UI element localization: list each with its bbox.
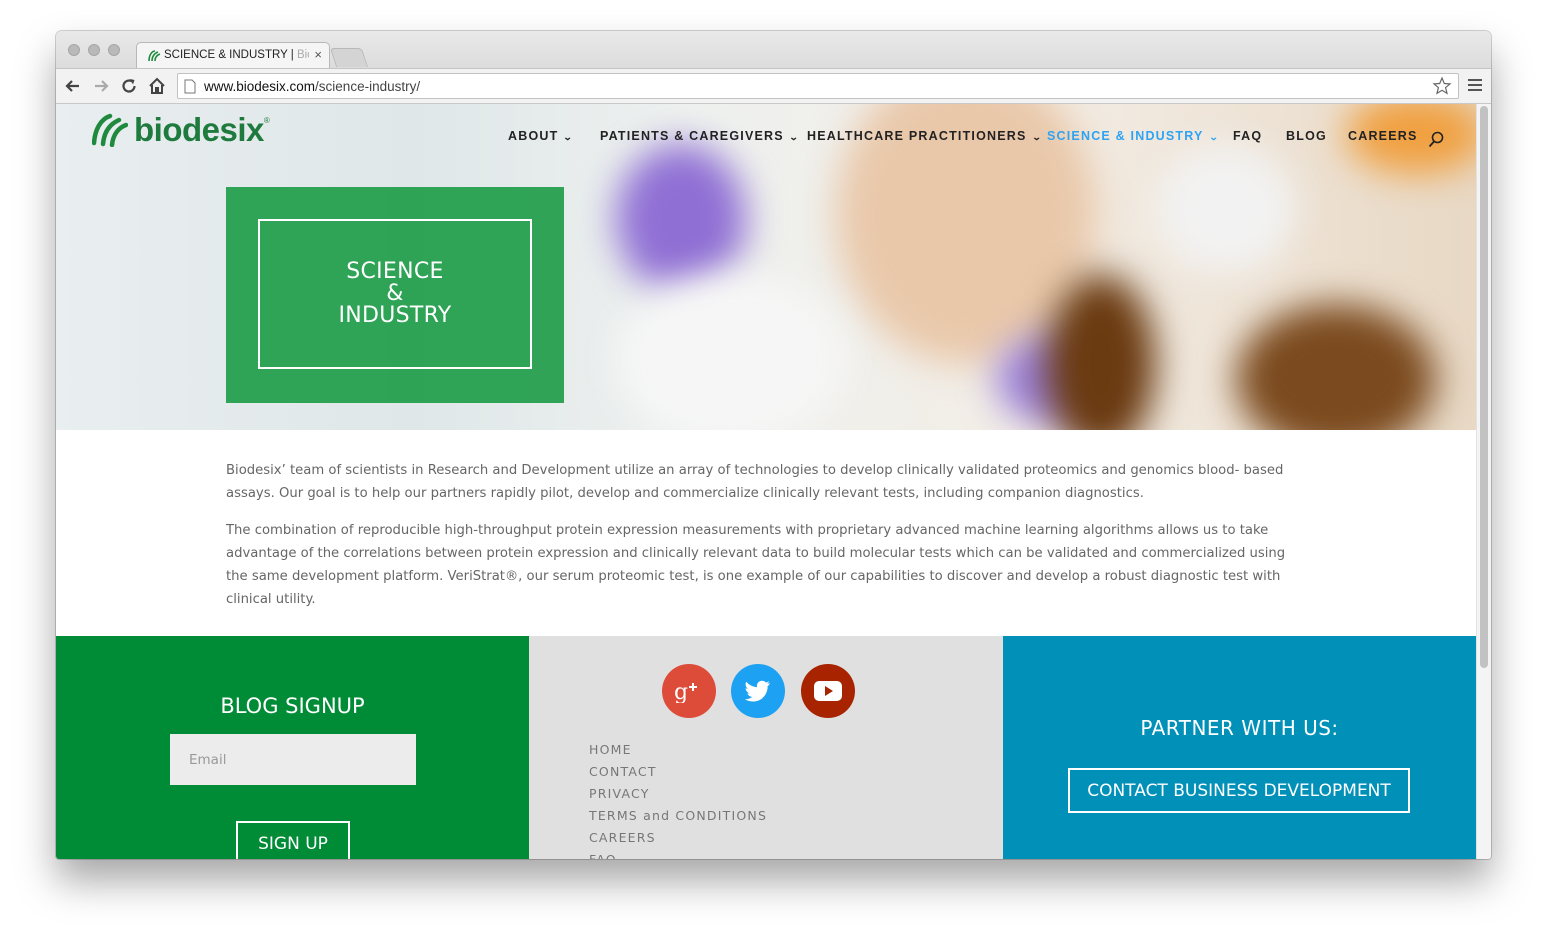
page-viewport: biodesix ® ABOUT ⌄ PATIENTS & CAREGIVERS ⌄ … bbox=[56, 104, 1476, 859]
page-scrollbar[interactable] bbox=[1476, 104, 1491, 859]
reload-icon[interactable] bbox=[119, 76, 139, 96]
logo-registered-mark: ® bbox=[263, 115, 270, 125]
nav-item-careers[interactable]: CAREERS bbox=[1348, 129, 1418, 145]
intro-content: Biodesix’ team of scientists in Research… bbox=[226, 459, 1306, 625]
footer: BLOG SIGNUP SIGN UP g bbox=[56, 636, 1476, 859]
nav-item-healthcare-practitioners[interactable]: HEALTHCARE PRACTITIONERS ⌄ bbox=[807, 129, 1041, 145]
hero-title-frame: SCIENCE & INDUSTRY bbox=[258, 219, 532, 369]
nav-label: SCIENCE & INDUSTRY bbox=[1047, 129, 1204, 143]
footer-link-careers[interactable]: CAREERS bbox=[589, 827, 767, 849]
close-tab-icon[interactable]: × bbox=[314, 47, 322, 62]
url-text: www.biodesix.com/science-industry/ bbox=[204, 79, 421, 94]
browser-menu-icon[interactable] bbox=[1468, 79, 1482, 94]
svg-text:g: g bbox=[674, 680, 688, 703]
nav-label: PATIENTS & CAREGIVERS bbox=[600, 129, 784, 143]
tab-strip: SCIENCE & INDUSTRY | Bio × bbox=[56, 31, 1491, 69]
nav-item-patients-caregivers[interactable]: PATIENTS & CAREGIVERS ⌄ bbox=[600, 129, 799, 145]
chevron-down-icon: ⌄ bbox=[1031, 132, 1043, 142]
partner-section: PARTNER WITH US: CONTACT BUSINESS DEVELO… bbox=[1003, 636, 1476, 859]
address-bar[interactable]: www.biodesix.com/science-industry/ bbox=[177, 73, 1459, 99]
page-icon bbox=[184, 79, 196, 94]
youtube-icon bbox=[814, 681, 842, 701]
twitter-link[interactable] bbox=[731, 664, 785, 718]
search-icon[interactable] bbox=[1428, 131, 1444, 148]
twitter-icon bbox=[745, 680, 770, 702]
biodesix-logo[interactable]: biodesix ® bbox=[92, 110, 270, 150]
forward-arrow-icon[interactable] bbox=[91, 76, 111, 96]
chevron-down-icon: ⌄ bbox=[563, 132, 575, 142]
hero-photo-bottle bbox=[1046, 274, 1156, 430]
hero-photo-coat bbox=[616, 274, 846, 430]
google-plus-icon: g bbox=[674, 680, 697, 703]
intro-paragraph-1: Biodesix’ team of scientists in Research… bbox=[226, 463, 1284, 501]
tab-title: SCIENCE & INDUSTRY | Bio bbox=[164, 49, 309, 61]
logo-wordmark: biodesix bbox=[134, 111, 264, 148]
biodesix-logo-icon bbox=[92, 113, 128, 147]
intro-paragraph-2: The combination of reproducible high-thr… bbox=[226, 523, 1286, 607]
contact-business-development-button[interactable]: CONTACT BUSINESS DEVELOPMENT bbox=[1068, 768, 1410, 813]
chevron-down-icon: ⌄ bbox=[788, 132, 800, 142]
footer-link-home[interactable]: HOME bbox=[589, 739, 767, 761]
chevron-down-icon: ⌄ bbox=[1208, 132, 1220, 142]
footer-link-faq[interactable]: FAQ bbox=[589, 849, 767, 859]
nav-item-blog[interactable]: BLOG bbox=[1286, 129, 1327, 145]
partner-title: PARTNER WITH US: bbox=[1140, 716, 1339, 740]
site-header: biodesix ® ABOUT ⌄ PATIENTS & CAREGIVERS ⌄ … bbox=[56, 104, 1476, 168]
nav-item-about[interactable]: ABOUT ⌄ bbox=[508, 129, 573, 145]
home-icon[interactable] bbox=[147, 76, 167, 96]
nav-item-faq[interactable]: FAQ bbox=[1233, 129, 1262, 145]
close-window-button[interactable] bbox=[68, 44, 80, 56]
footer-link-terms[interactable]: TERMS and CONDITIONS bbox=[589, 805, 767, 827]
nav-label: ABOUT bbox=[508, 129, 559, 143]
biodesix-favicon-icon bbox=[148, 50, 161, 62]
google-plus-link[interactable]: g bbox=[662, 664, 716, 718]
nav-item-science-industry[interactable]: SCIENCE & INDUSTRY ⌄ bbox=[1047, 129, 1218, 145]
bookmark-star-icon[interactable] bbox=[1432, 76, 1452, 96]
email-input[interactable] bbox=[170, 734, 416, 785]
tab-science-industry[interactable]: SCIENCE & INDUSTRY | Bio × bbox=[136, 42, 330, 69]
new-tab-button[interactable] bbox=[329, 48, 369, 67]
browser-window: SCIENCE & INDUSTRY | Bio × www.biodesix.… bbox=[56, 31, 1491, 859]
footer-links: HOME CONTACT PRIVACY TERMS and CONDITION… bbox=[589, 739, 767, 859]
hero-title-box: SCIENCE & INDUSTRY bbox=[226, 187, 564, 403]
zoom-window-button[interactable] bbox=[108, 44, 120, 56]
sign-up-button[interactable]: SIGN UP bbox=[236, 821, 350, 859]
footer-link-contact[interactable]: CONTACT bbox=[589, 761, 767, 783]
minimize-window-button[interactable] bbox=[88, 44, 100, 56]
browser-toolbar: www.biodesix.com/science-industry/ bbox=[56, 68, 1491, 104]
scrollbar-thumb[interactable] bbox=[1480, 106, 1488, 668]
hero-banner: biodesix ® ABOUT ⌄ PATIENTS & CAREGIVERS ⌄ … bbox=[56, 104, 1476, 430]
footer-links-section: g HOME CONTACT PRIVACY TERMS and CONDITI… bbox=[529, 636, 1003, 859]
hero-title-line-2: & bbox=[386, 281, 404, 306]
footer-link-privacy[interactable]: PRIVACY bbox=[589, 783, 767, 805]
hero-title-line-1: SCIENCE bbox=[346, 259, 444, 284]
youtube-link[interactable] bbox=[801, 664, 855, 718]
hero-title-line-3: INDUSTRY bbox=[338, 303, 452, 328]
nav-label: HEALTHCARE PRACTITIONERS bbox=[807, 129, 1027, 143]
back-arrow-icon[interactable] bbox=[63, 76, 83, 96]
blog-signup-section: BLOG SIGNUP SIGN UP bbox=[56, 636, 529, 859]
hero-photo-bottle-right bbox=[1236, 304, 1436, 430]
blog-signup-title: BLOG SIGNUP bbox=[220, 694, 365, 718]
